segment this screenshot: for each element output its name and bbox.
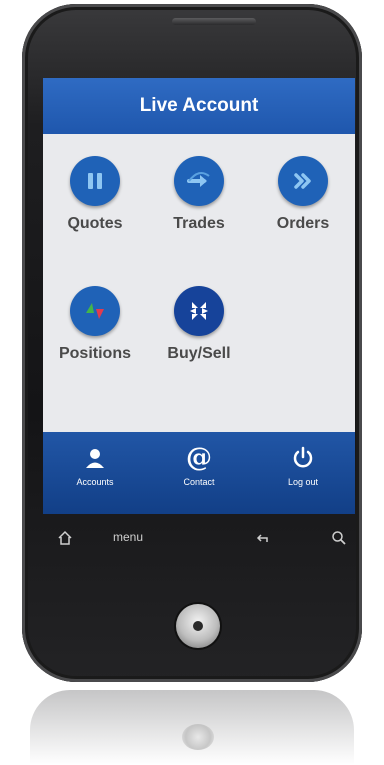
orders-tile[interactable]: Orders	[251, 156, 355, 233]
speaker-grille	[172, 18, 256, 25]
nav-contact-label: Contact	[183, 477, 215, 487]
orders-label: Orders	[276, 215, 330, 232]
app-screen: Live Account Quotes Trades Orders Positi…	[43, 78, 355, 514]
power-icon	[251, 440, 355, 476]
positions-label: Positions	[58, 345, 131, 362]
search-icon[interactable]	[331, 530, 347, 549]
nav-accounts[interactable]: Accounts	[43, 440, 147, 487]
nav-accounts-label: Accounts	[76, 477, 114, 487]
nav-logout-label: Log out	[287, 477, 319, 487]
at-icon: @	[186, 443, 212, 473]
quotes-label: Quotes	[67, 215, 123, 232]
home-button[interactable]	[176, 604, 220, 648]
nav-contact[interactable]: @ Contact	[147, 440, 251, 487]
triangles-icon	[70, 286, 120, 336]
menu-key[interactable]: menu	[113, 530, 143, 544]
page-title: Live Account	[139, 95, 259, 116]
reflection-button	[182, 724, 214, 750]
nav-logout[interactable]: Log out	[251, 440, 355, 487]
back-icon[interactable]	[255, 530, 271, 549]
bottom-nav: Accounts @ Contact Log out	[43, 432, 355, 514]
trades-label: Trades	[173, 215, 225, 232]
buy-sell-tile[interactable]: Buy/Sell	[147, 286, 251, 363]
person-icon	[43, 440, 147, 476]
soft-keys: menu	[43, 520, 355, 560]
positions-tile[interactable]: Positions	[43, 286, 147, 363]
double-chevron-right-icon	[278, 156, 328, 206]
arrow-right-icon	[174, 156, 224, 206]
home-icon[interactable]	[57, 530, 73, 549]
trades-tile[interactable]: Trades	[147, 156, 251, 233]
pause-icon	[70, 156, 120, 206]
title-bar: Live Account	[43, 78, 355, 134]
bank-logo-icon	[174, 286, 224, 336]
buy-sell-label: Buy/Sell	[167, 345, 231, 362]
quotes-tile[interactable]: Quotes	[43, 156, 147, 233]
